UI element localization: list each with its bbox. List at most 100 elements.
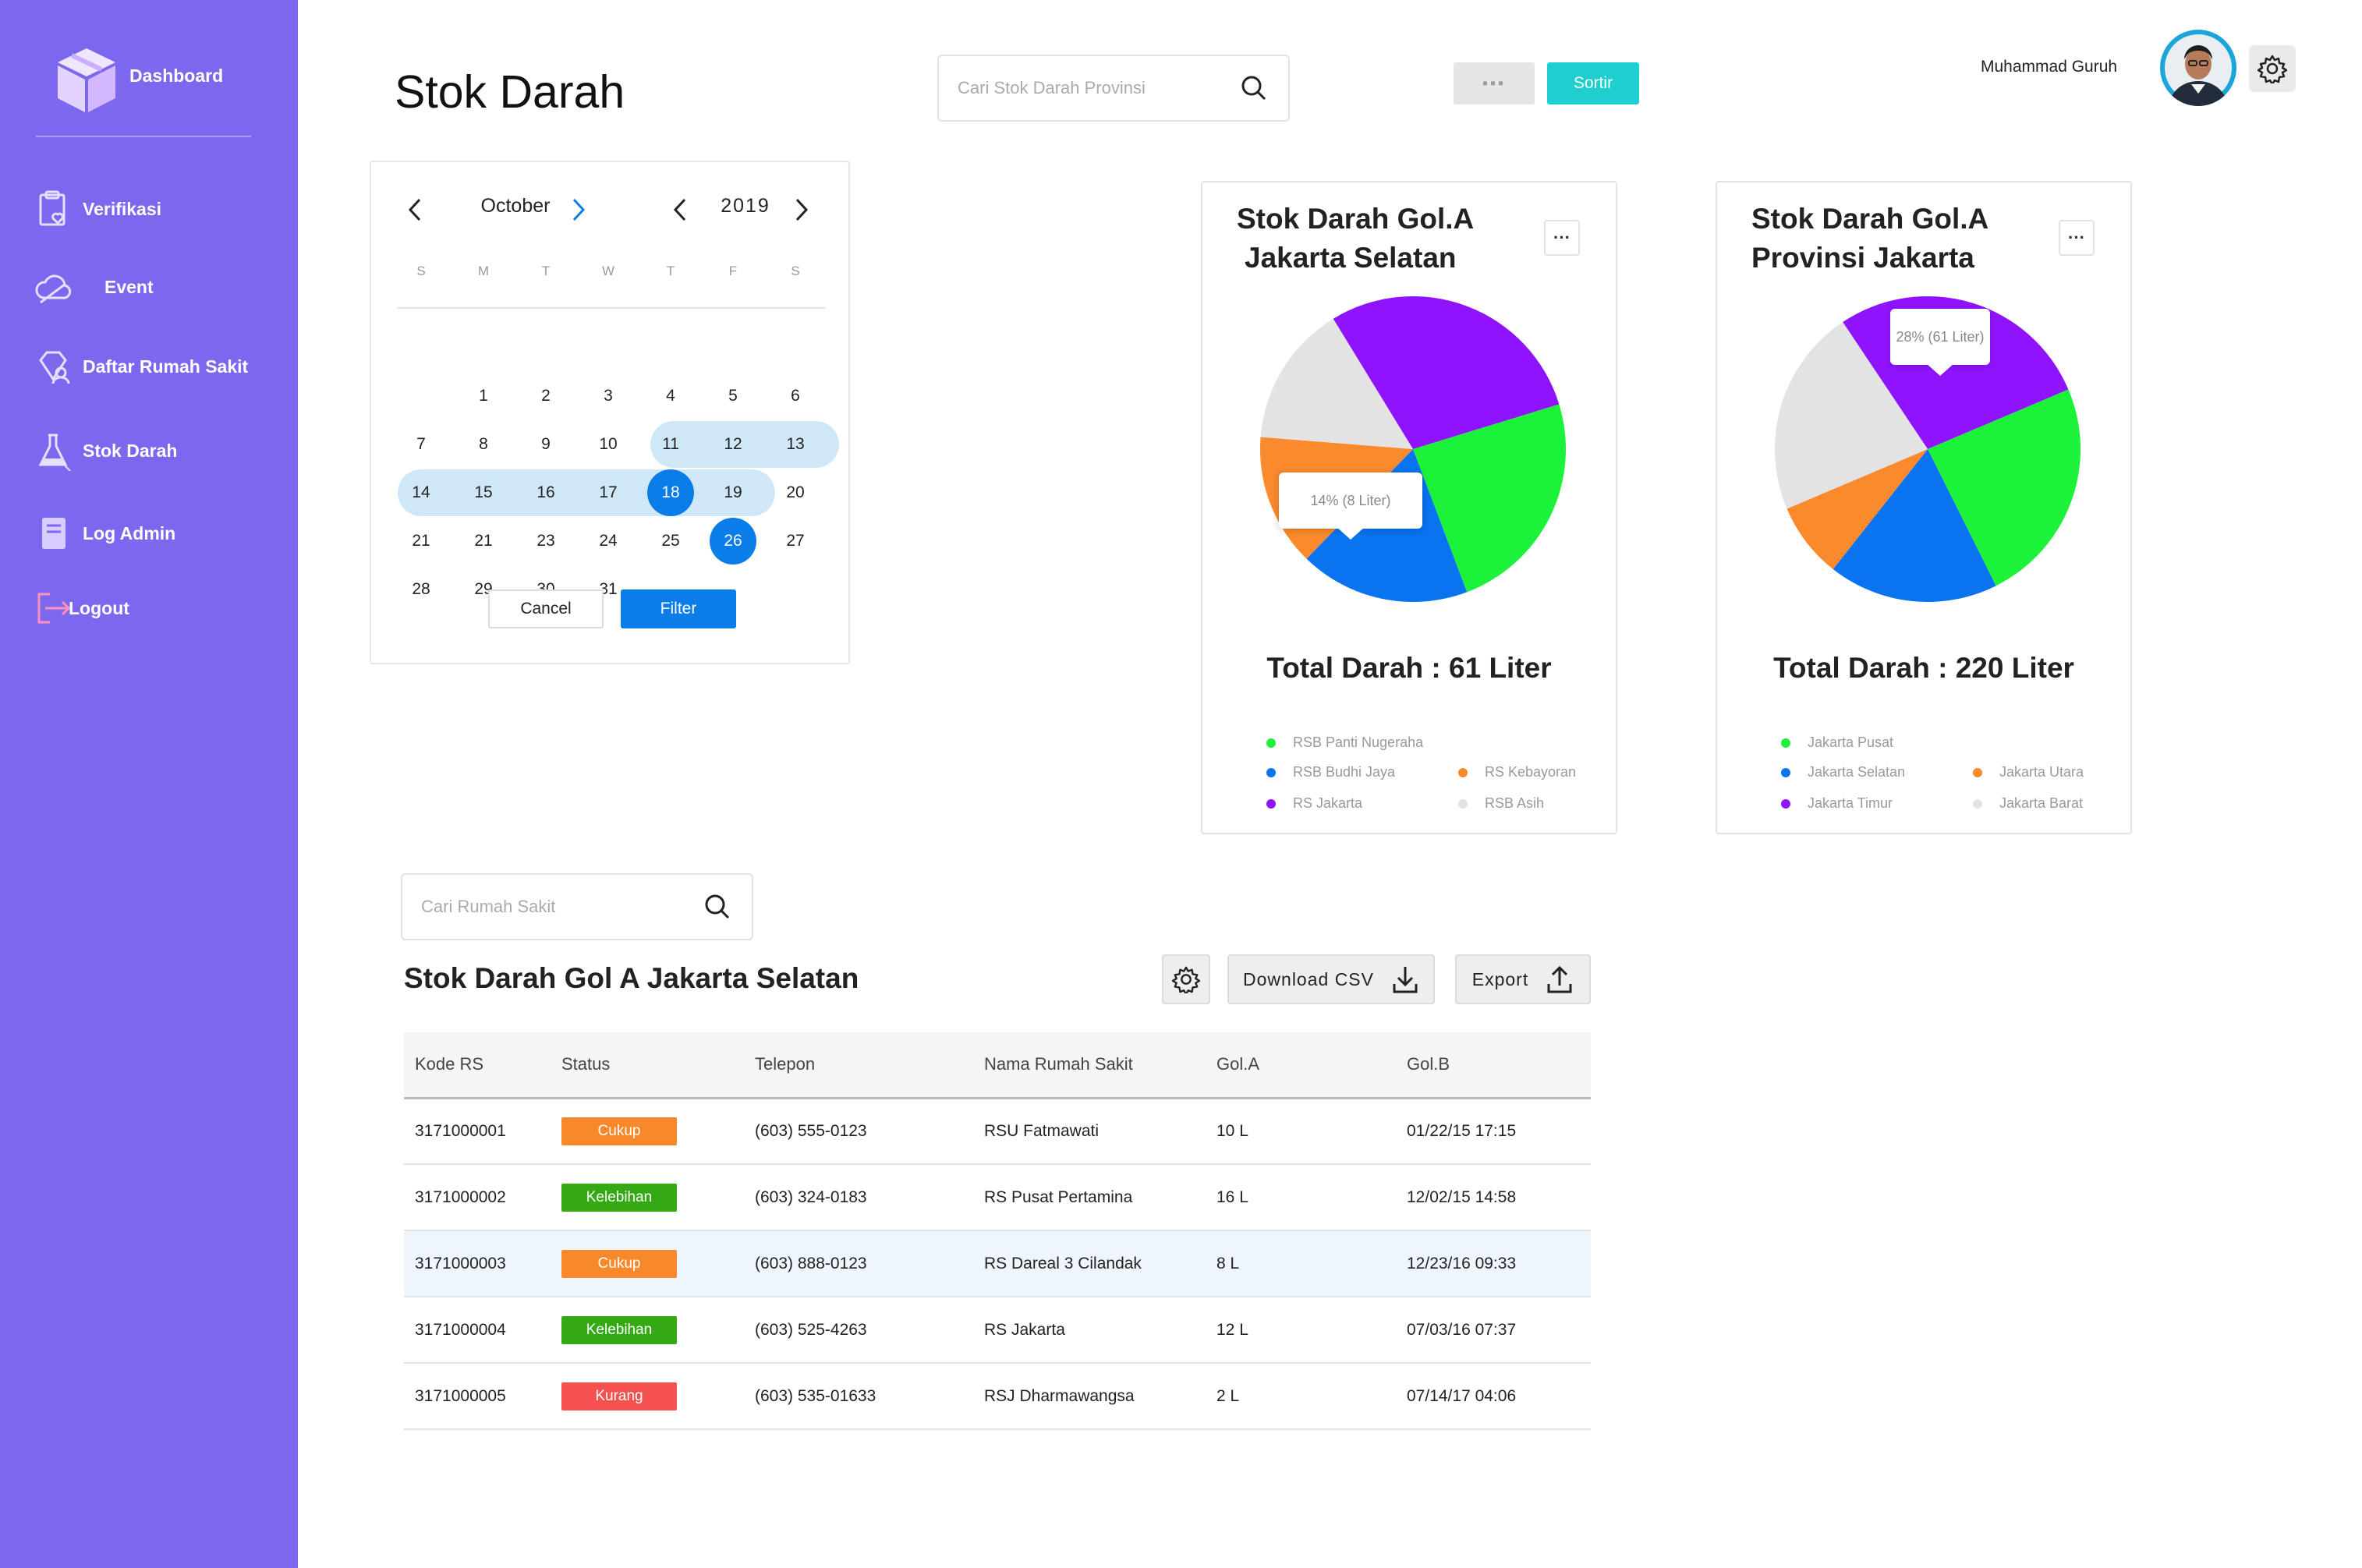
calendar-day[interactable]: 9 [522, 421, 569, 468]
search-icon[interactable] [702, 891, 733, 922]
view-toggle-button[interactable]: ▪▪▪ [1454, 62, 1535, 104]
calendar-day[interactable]: 16 [522, 469, 569, 516]
sidebar-item-label: Daftar Rumah Sakit [83, 356, 249, 377]
calendar-day[interactable]: 20 [772, 469, 819, 516]
calendar-day[interactable]: 14 [398, 469, 444, 516]
sidebar-item-daftar-rumah-sakit[interactable]: Daftar Rumah Sakit [34, 342, 248, 391]
province-search-field[interactable] [937, 55, 1290, 122]
column-header-golb[interactable]: Gol.B [1396, 1032, 1591, 1099]
calendar-day[interactable]: 27 [772, 518, 819, 565]
date-range-calendar: October 2019 SMTWTFS 1 2 3 4 5 6 7 8 9 10 11 12 13 14… [370, 161, 850, 664]
sidebar-item-verifikasi[interactable]: Verifikasi [34, 184, 161, 234]
calendar-day[interactable]: 15 [460, 469, 507, 516]
prev-month-chevron-icon[interactable] [405, 196, 424, 223]
settings-button[interactable] [2249, 45, 2296, 92]
calendar-day[interactable]: 8 [460, 421, 507, 468]
status-badge: Kelebihan [561, 1183, 677, 1212]
calendar-divider [398, 307, 825, 309]
pie-chart[interactable] [1257, 293, 1569, 605]
column-header-status[interactable]: Status [551, 1032, 744, 1099]
calendar-day[interactable]: 19 [710, 469, 756, 516]
export-button[interactable]: Export [1455, 954, 1591, 1004]
calendar-day[interactable]: 21 [398, 518, 444, 565]
table-row[interactable]: 3171000005 Kurang (603) 535-01633 RSJ Dh… [404, 1363, 1591, 1430]
download-csv-button[interactable]: Download CSV [1227, 954, 1435, 1004]
calendar-day[interactable]: 21 [460, 518, 507, 565]
province-search-input[interactable] [956, 77, 1238, 99]
search-icon[interactable] [1238, 73, 1270, 104]
calendar-day[interactable]: 6 [772, 373, 819, 419]
column-header-kode[interactable]: Kode RS [404, 1032, 551, 1099]
cell-nama: RSU Fatmawati [973, 1098, 1206, 1165]
next-year-chevron-icon[interactable] [792, 196, 811, 223]
sidebar-item-logout[interactable]: Logout [34, 583, 129, 633]
sidebar-item-stok-darah[interactable]: Stok Darah [34, 426, 177, 476]
weekday-label: S [791, 264, 800, 278]
sidebar-item-event[interactable]: Event [34, 262, 154, 312]
column-header-gola[interactable]: Gol.A [1206, 1032, 1396, 1099]
sidebar-item-log-admin[interactable]: Log Admin [34, 508, 175, 558]
table-row[interactable]: 3171000003 Cukup (603) 888-0123 RS Darea… [404, 1230, 1591, 1297]
cell-kode: 3171000002 [404, 1164, 551, 1231]
cell-kode: 3171000005 [404, 1363, 551, 1430]
status-badge: Kurang [561, 1382, 677, 1410]
calendar-day[interactable]: 3 [585, 373, 632, 419]
sidebar-item-label: Log Admin [83, 522, 176, 543]
cell-nama: RSJ Dharmawangsa [973, 1363, 1206, 1430]
cell-kode: 3171000003 [404, 1230, 551, 1297]
calendar-day[interactable]: 12 [710, 421, 756, 468]
next-month-chevron-icon[interactable] [569, 196, 588, 223]
sidebar-item-label: Logout [69, 597, 129, 618]
cell-golb: 07/03/16 07:37 [1396, 1297, 1591, 1364]
calendar-day[interactable]: 11 [647, 421, 694, 468]
weekday-label: W [601, 264, 615, 278]
sort-button[interactable]: Sortir [1547, 62, 1639, 104]
sidebar-item-label: Event [104, 276, 154, 297]
table-row[interactable]: 3171000002 Kelebihan (603) 324-0183 RS P… [404, 1164, 1591, 1231]
calendar-day[interactable]: 1 [460, 373, 507, 419]
cell-golb: 12/02/15 14:58 [1396, 1164, 1591, 1231]
calendar-day[interactable]: 18 [647, 469, 694, 516]
cell-kode: 3171000001 [404, 1098, 551, 1165]
card-more-button[interactable]: ··· [2059, 220, 2095, 256]
diamond-user-icon [39, 351, 70, 384]
cell-status: Kurang [551, 1363, 744, 1430]
calendar-day[interactable]: 4 [647, 373, 694, 419]
cell-nama: RS Dareal 3 Cilandak [973, 1230, 1206, 1297]
table-settings-button[interactable] [1162, 954, 1210, 1004]
table-row[interactable]: 3171000001 Cukup (603) 555-0123 RSU Fatm… [404, 1098, 1591, 1165]
cell-golb: 12/23/16 09:33 [1396, 1230, 1591, 1297]
chart-card-jakarta-selatan: Stok Darah Gol.A Jakarta Selatan ··· 14%… [1201, 181, 1617, 834]
card-more-button[interactable]: ··· [1544, 220, 1580, 256]
column-header-nama[interactable]: Nama Rumah Sakit [973, 1032, 1206, 1099]
card-title-line2: Provinsi Jakarta [1751, 242, 1974, 274]
tooltip-pointer-icon [1337, 527, 1365, 540]
calendar-day[interactable]: 26 [710, 518, 756, 565]
calendar-day[interactable]: 25 [647, 518, 694, 565]
calendar-day[interactable]: 24 [585, 518, 632, 565]
cancel-button[interactable]: Cancel [488, 589, 604, 628]
calendar-day[interactable]: 10 [585, 421, 632, 468]
cell-status: Cukup [551, 1230, 744, 1297]
card-title-line1: Stok Darah Gol.A [1751, 203, 1989, 235]
calendar-day[interactable]: 2 [522, 373, 569, 419]
sidebar-divider [36, 136, 251, 137]
column-header-telepon[interactable]: Telepon [744, 1032, 973, 1099]
avatar[interactable] [2160, 30, 2236, 106]
calendar-day[interactable]: 23 [522, 518, 569, 565]
sidebar-brand[interactable]: Dashboard [129, 65, 223, 87]
table-row[interactable]: 3171000004 Kelebihan (603) 525-4263 RS J… [404, 1297, 1591, 1364]
hospital-search-input[interactable] [420, 896, 702, 918]
blood-stock-table: Kode RS Status Telepon Nama Rumah Sakit … [404, 1032, 1591, 1430]
calendar-day[interactable]: 13 [772, 421, 819, 468]
hospital-search-field[interactable] [401, 873, 753, 940]
status-badge: Cukup [561, 1249, 677, 1278]
calendar-day[interactable]: 17 [585, 469, 632, 516]
calendar-day[interactable]: 28 [398, 566, 444, 613]
calendar-day[interactable]: 7 [398, 421, 444, 468]
filter-button[interactable]: Filter [621, 589, 736, 628]
weekday-label: S [416, 264, 426, 278]
cell-gola: 10 L [1206, 1098, 1396, 1165]
calendar-day[interactable]: 5 [710, 373, 756, 419]
prev-year-chevron-icon[interactable] [671, 196, 689, 223]
